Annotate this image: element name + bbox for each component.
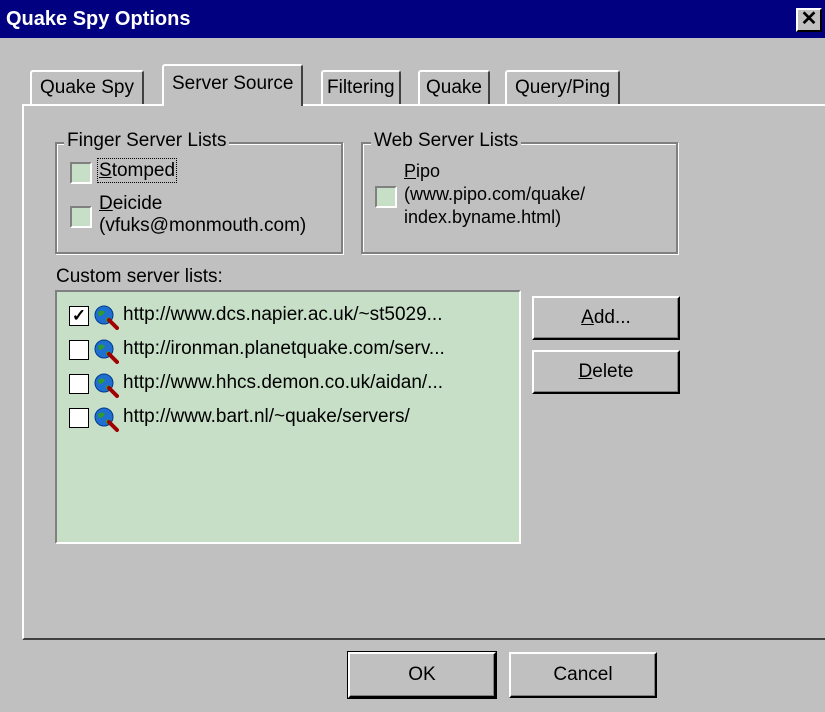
label-rest: ipo	[416, 161, 441, 181]
pipo-checkbox[interactable]	[375, 186, 397, 208]
globe-magnifier-icon	[94, 305, 119, 330]
mnemonic: D	[99, 193, 113, 214]
item-url: http://www.dcs.napier.ac.uk/~st5029...	[123, 304, 443, 325]
stomped-checkbox[interactable]	[70, 162, 92, 184]
button-label: Cancel	[553, 664, 613, 685]
tab-query-ping[interactable]: Query/Ping	[505, 70, 621, 104]
tab-filtering[interactable]: Filtering	[321, 70, 401, 104]
custom-lists-label: Custom server lists:	[56, 266, 223, 287]
close-button[interactable]: ✕	[796, 8, 822, 32]
tab-quake[interactable]: Quake	[418, 70, 490, 104]
delete-button[interactable]: Delete	[532, 350, 680, 394]
globe-magnifier-icon	[94, 373, 119, 398]
tab-quake-spy[interactable]: Quake Spy	[30, 70, 144, 104]
label-rest: eicide	[112, 193, 163, 214]
mnemonic: P	[404, 161, 417, 181]
cancel-button[interactable]: Cancel	[509, 652, 657, 698]
pipo-label[interactable]: Pipo (www.pipo.com/quake/ index.byname.h…	[404, 160, 585, 229]
item-url: http://www.hhcs.demon.co.uk/aidan/...	[123, 372, 444, 393]
deicide-label[interactable]: Deicide (vfuks@monmouth.com)	[99, 193, 306, 237]
item-url: http://www.bart.nl/~quake/servers/	[123, 406, 410, 427]
mnemonic: S	[99, 160, 112, 181]
button-label: OK	[408, 664, 436, 685]
mnemonic: D	[578, 361, 593, 382]
tab-label: Query/Ping	[515, 77, 611, 98]
pipo-url-line1: (www.pipo.com/quake/	[404, 184, 586, 204]
close-icon: ✕	[800, 8, 818, 30]
tab-label: Quake	[426, 77, 482, 98]
globe-magnifier-icon	[94, 407, 119, 432]
add-button[interactable]: Add...	[532, 296, 680, 340]
tab-label: Server Source	[172, 73, 294, 94]
item-url: http://ironman.planetquake.com/serv...	[123, 338, 445, 359]
item-checkbox[interactable]	[69, 340, 89, 360]
label-rest: tomped	[111, 160, 176, 181]
button-label: elete	[592, 361, 634, 382]
tab-label: Filtering	[327, 77, 395, 98]
web-group-legend: Web Server Lists	[371, 130, 522, 152]
button-label: dd...	[593, 307, 631, 328]
pipo-url-line2: index.byname.html)	[404, 207, 562, 227]
ok-button[interactable]: OK	[347, 651, 497, 699]
globe-magnifier-icon	[94, 339, 119, 364]
tab-label: Quake Spy	[40, 77, 134, 98]
tab-server-source[interactable]: Server Source	[162, 64, 304, 106]
custom-server-list[interactable]: ✓ http://www.dcs.napier.ac.uk/~st5029...…	[55, 290, 521, 544]
item-checkbox[interactable]: ✓	[69, 306, 89, 326]
item-checkbox[interactable]	[69, 374, 89, 394]
deicide-email: (vfuks@monmouth.com)	[99, 215, 307, 236]
mnemonic: A	[581, 307, 594, 328]
window-title: Quake Spy Options	[6, 8, 191, 30]
item-checkbox[interactable]	[69, 408, 89, 428]
deicide-checkbox[interactable]	[70, 206, 92, 228]
finger-group-legend: Finger Server Lists	[64, 130, 230, 152]
stomped-label[interactable]: Stomped	[96, 158, 178, 183]
